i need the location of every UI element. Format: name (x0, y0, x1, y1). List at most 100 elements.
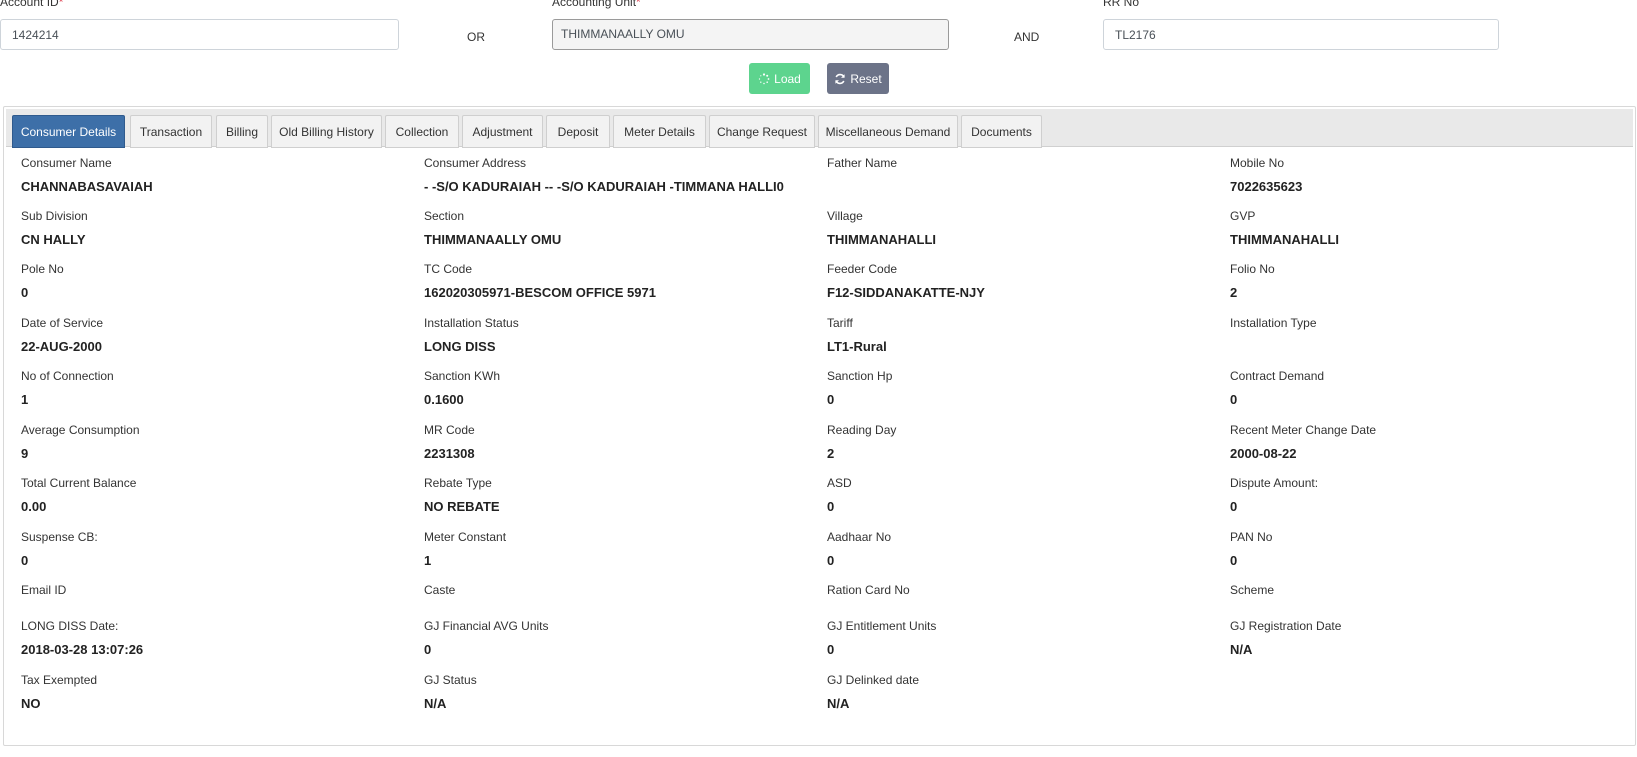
field-total-current-balance: Total Current Balance 0.00 (21, 476, 136, 514)
accounting-unit-group: Accounting Unit* THIMMANAALLY OMU (552, 0, 949, 50)
field-sub-division: Sub Division CN HALLY (21, 209, 88, 247)
field-value: 2 (1230, 285, 1238, 300)
tab-transaction[interactable]: Transaction (130, 115, 212, 148)
field-email-id: Email ID (21, 583, 66, 606)
field-label: GJ Status (424, 673, 477, 687)
tab-collection[interactable]: Collection (385, 115, 459, 148)
accounting-unit-label: Accounting Unit* (552, 0, 949, 8)
tab-old-billing-history[interactable]: Old Billing History (271, 115, 382, 148)
field-value: 0 (827, 553, 835, 568)
field-value: 2 (827, 446, 835, 461)
field-section: Section THIMMANAALLY OMU (424, 209, 561, 247)
field-recent-meter-change-date: Recent Meter Change Date 2000-08-22 (1230, 423, 1376, 461)
field-label: Date of Service (21, 316, 104, 330)
field-value: 9 (21, 446, 29, 461)
required-mark: * (636, 0, 641, 9)
field-value: 2000-08-22 (1230, 446, 1297, 461)
field-label: Average Consumption (21, 423, 140, 437)
action-buttons: Load Reset (749, 63, 889, 94)
tab-documents[interactable]: Documents (961, 115, 1042, 148)
tab-bar: Consumer Details Transaction Billing Old Bi… (6, 109, 1633, 148)
field-label: Tax Exempted (21, 673, 98, 687)
field-label: Father Name (827, 156, 898, 170)
field-scheme: Scheme (1230, 583, 1274, 606)
reset-button[interactable]: Reset (827, 63, 889, 94)
field-value: 2018-03-28 13:07:26 (21, 642, 144, 657)
tab-meter-details[interactable]: Meter Details (613, 115, 706, 148)
field-ration-card-no: Ration Card No (827, 583, 910, 606)
account-id-label: Account ID* (0, 0, 399, 8)
field-consumer-name: Consumer Name CHANNABASAVAIAH (21, 156, 153, 194)
field-value: - -S/O KADURAIAH -- -S/O KADURAIAH -TIMM… (424, 179, 784, 194)
field-value: CHANNABASAVAIAH (21, 179, 153, 194)
field-label: Sanction Hp (827, 369, 893, 383)
field-label: GVP (1230, 209, 1256, 223)
field-value: LONG DISS (424, 339, 496, 354)
field-value: N/A (424, 696, 447, 711)
field-label: No of Connection (21, 369, 114, 383)
field-value: N/A (1230, 642, 1253, 657)
field-asd: ASD 0 (827, 476, 852, 514)
tab-billing[interactable]: Billing (216, 115, 268, 148)
field-value: NO REBATE (424, 499, 500, 514)
field-sanction-kwh: Sanction KWh 0.1600 (424, 369, 500, 407)
account-id-input[interactable] (0, 19, 399, 50)
field-long-diss-date: LONG DISS Date: 2018-03-28 13:07:26 (21, 619, 143, 657)
field-value: 0 (424, 642, 432, 657)
field-tariff: Tariff LT1-Rural (827, 316, 887, 354)
field-value: NO (21, 696, 41, 711)
field-installation-type: Installation Type (1230, 316, 1317, 339)
field-value: 0 (827, 642, 835, 657)
field-value: F12-SIDDANAKATTE-NJY (827, 285, 985, 300)
field-value: 0.00 (21, 499, 47, 514)
field-label: Recent Meter Change Date (1230, 423, 1377, 437)
field-sanction-hp: Sanction Hp 0 (827, 369, 892, 407)
field-father-name: Father Name (827, 156, 897, 179)
field-label: MR Code (424, 423, 475, 437)
field-label: Email ID (21, 583, 67, 597)
accounting-unit-select[interactable]: THIMMANAALLY OMU (552, 19, 949, 50)
field-no-of-connection: No of Connection 1 (21, 369, 114, 407)
load-button[interactable]: Load (749, 63, 810, 94)
field-value: 0 (1230, 553, 1238, 568)
field-meter-constant: Meter Constant 1 (424, 530, 506, 568)
consumer-panel: Consumer Details Transaction Billing Old Bi… (3, 106, 1636, 746)
field-label: GJ Delinked date (827, 673, 920, 687)
field-contract-demand: Contract Demand 0 (1230, 369, 1324, 407)
field-label: Consumer Address (424, 156, 527, 170)
rr-no-label: RR No (1103, 0, 1140, 9)
field-label: Pole No (21, 262, 64, 276)
field-label: Feeder Code (827, 262, 898, 276)
field-value: THIMMANAHALLI (827, 232, 937, 247)
spinner-icon (758, 72, 770, 84)
field-gj-registration-date: GJ Registration Date N/A (1230, 619, 1341, 657)
field-label: GJ Financial AVG Units (424, 619, 549, 633)
field-label: Total Current Balance (21, 476, 137, 490)
and-label: AND (1014, 30, 1040, 44)
field-value: 0 (827, 392, 835, 407)
tab-deposit[interactable]: Deposit (546, 115, 610, 148)
tab-change-request[interactable]: Change Request (709, 115, 815, 148)
field-label: Tariff (827, 316, 853, 330)
field-value: 0 (1230, 392, 1238, 407)
field-label: Meter Constant (424, 530, 507, 544)
field-label: Sub Division (21, 209, 88, 223)
rr-no-input[interactable] (1103, 19, 1499, 50)
field-value: 0 (1230, 499, 1238, 514)
tab-consumer-details[interactable]: Consumer Details (12, 115, 125, 148)
field-mobile-no: Mobile No 7022635623 (1230, 156, 1302, 194)
field-label: Rebate Type (424, 476, 492, 490)
field-value: 0 (21, 553, 29, 568)
field-suspense-cb: Suspense CB: 0 (21, 530, 98, 568)
tab-adjustment[interactable]: Adjustment (462, 115, 543, 148)
field-label: Section (424, 209, 465, 223)
field-label: Ration Card No (827, 583, 910, 597)
field-rebate-type: Rebate Type NO REBATE (424, 476, 500, 514)
tab-miscellaneous-demand[interactable]: Miscellaneous Demand (818, 115, 958, 148)
field-mr-code: MR Code 2231308 (424, 423, 475, 461)
field-tc-code: TC Code 162020305971-BESCOM OFFICE 5971 (424, 262, 656, 300)
field-label: Dispute Amount: (1230, 476, 1319, 490)
field-label: ASD (827, 476, 852, 490)
field-value: 0.1600 (424, 392, 464, 407)
field-value: 0 (827, 499, 835, 514)
